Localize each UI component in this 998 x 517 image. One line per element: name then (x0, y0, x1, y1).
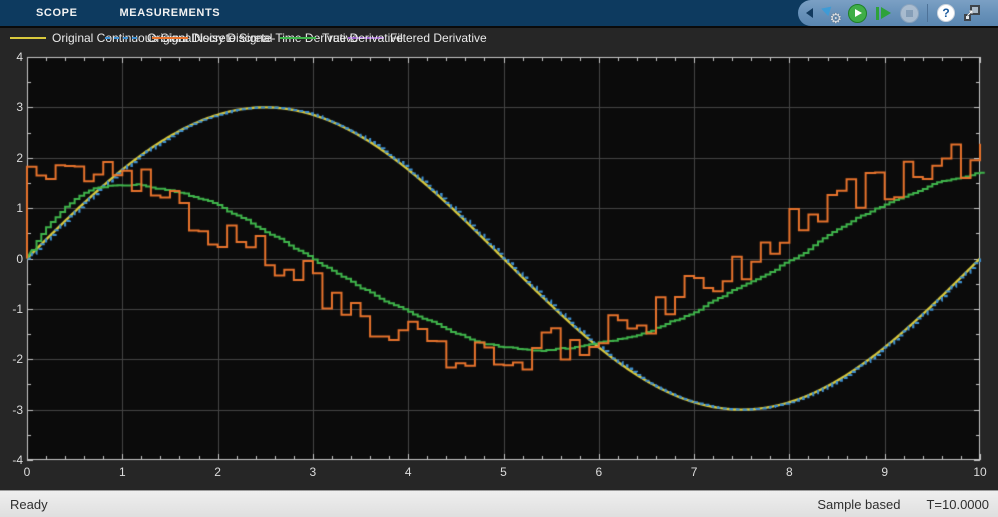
legend-line-swatch (280, 37, 316, 39)
status-sample-mode: Sample based (817, 497, 900, 512)
simulation-settings-button[interactable]: ⚙ (820, 2, 842, 24)
x-axis-tick-label: 0 (24, 465, 31, 479)
x-axis-tick-label: 10 (973, 465, 986, 479)
tab-scope[interactable]: SCOPE (36, 7, 78, 19)
x-axis-tick-label: 6 (595, 465, 602, 479)
y-axis-tick-label: -4 (0, 453, 23, 467)
status-bar: Ready Sample based T=10.0000 (0, 490, 998, 517)
tab-measurements[interactable]: MEASUREMENTS (120, 7, 221, 19)
tab-group: SCOPE MEASUREMENTS (36, 0, 220, 26)
toolbar-separator (927, 4, 928, 22)
x-axis-tick-label: 2 (214, 465, 221, 479)
status-sim-time: T=10.0000 (926, 497, 989, 512)
y-axis-tick-label: -3 (0, 403, 23, 417)
legend-line-swatch (152, 37, 188, 39)
highlight-block-button[interactable]: ↗ (961, 2, 983, 24)
y-axis-tick-label: 0 (0, 252, 23, 266)
x-axis-tick-label: 1 (119, 465, 126, 479)
y-axis-tick-label: 4 (0, 50, 23, 64)
status-ready-text: Ready (10, 497, 48, 512)
undock-window-icon: ↗ (964, 5, 980, 21)
scope-plot-canvas (0, 28, 998, 490)
collapse-toolstrip-icon[interactable] (806, 8, 813, 18)
legend-line-swatch (10, 37, 46, 39)
step-forward-button[interactable] (872, 2, 894, 24)
y-axis-tick-label: 3 (0, 100, 23, 114)
stop-icon (900, 4, 919, 23)
legend-label: Filtered Derivative (390, 31, 487, 45)
help-icon: ? (937, 4, 955, 22)
run-icon (848, 4, 867, 23)
x-axis-tick-label: 8 (786, 465, 793, 479)
y-axis-tick-label: 1 (0, 201, 23, 215)
status-right-group: Sample based T=10.0000 (817, 497, 989, 512)
y-axis-tick-label: -2 (0, 352, 23, 366)
x-axis-tick-label: 3 (310, 465, 317, 479)
stop-button (898, 2, 920, 24)
x-axis-tick-label: 7 (691, 465, 698, 479)
x-axis-tick-label: 4 (405, 465, 412, 479)
y-axis-tick-label: 2 (0, 151, 23, 165)
scope-window: SCOPE MEASUREMENTS ⚙ ? (0, 0, 998, 517)
step-forward-icon (876, 7, 879, 20)
legend-line-swatch (105, 37, 141, 39)
simulation-toolstrip: ⚙ ? ↗ (798, 0, 998, 26)
legend-label: True Derivative (322, 31, 403, 45)
scope-display-area: Original Continuous SignalOriginal Discr… (0, 28, 998, 490)
gear-with-arrow-icon: ⚙ (821, 3, 841, 23)
run-button[interactable] (846, 2, 868, 24)
signal-legend: Original Continuous SignalOriginal Discr… (0, 28, 998, 48)
help-button[interactable]: ? (935, 2, 957, 24)
y-axis-tick-label: -1 (0, 302, 23, 316)
x-axis-tick-label: 5 (500, 465, 507, 479)
legend-item[interactable]: True Derivative (280, 28, 403, 48)
x-axis-tick-label: 9 (881, 465, 888, 479)
toolstrip-tabbar: SCOPE MEASUREMENTS ⚙ ? (0, 0, 998, 28)
